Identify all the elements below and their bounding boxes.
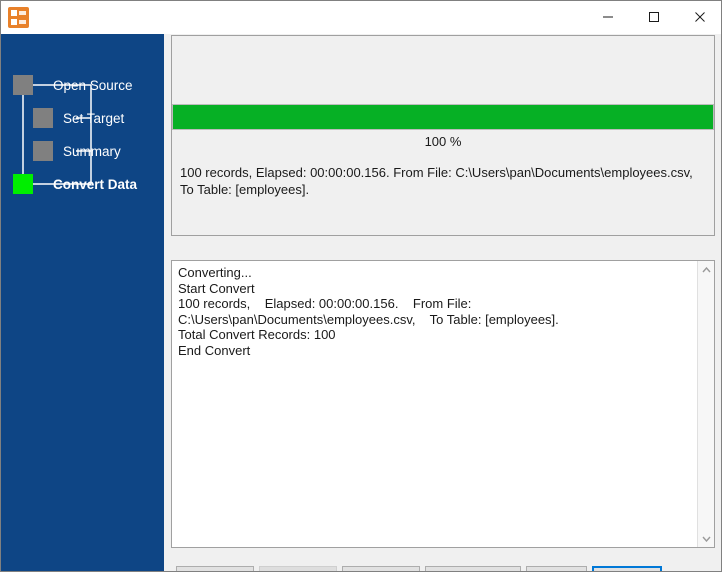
back-button[interactable]: Back xyxy=(176,566,254,571)
step-status-box-summary xyxy=(33,141,53,161)
output-scrollbar[interactable] xyxy=(697,261,714,547)
chevron-down-icon[interactable] xyxy=(698,530,714,547)
main-panel: 100 % 100 records, Elapsed: 00:00:00.156… xyxy=(164,34,721,571)
app-logo-icon xyxy=(8,7,29,28)
minimize-button[interactable] xyxy=(585,1,631,33)
application-window: Open Source Set Target Summary Convert D… xyxy=(0,0,722,572)
maximize-icon xyxy=(649,12,659,22)
stop-button: Stop xyxy=(259,566,337,571)
sidebar-item-convert-data[interactable]: Convert Data xyxy=(13,174,137,194)
close-button[interactable] xyxy=(677,1,721,33)
conversion-status-text: 100 records, Elapsed: 00:00:00.156. From… xyxy=(180,165,693,197)
sidebar-item-label: Summary xyxy=(63,143,121,159)
step-status-box-set-target xyxy=(33,108,53,128)
progress-bar xyxy=(172,104,714,130)
progress-bar-fill xyxy=(173,105,713,129)
minimize-icon xyxy=(603,16,613,18)
progress-panel: 100 % 100 records, Elapsed: 00:00:00.156… xyxy=(171,35,715,236)
button-bar: Back Stop Close Save Session View Buy No… xyxy=(164,553,721,571)
window-controls xyxy=(585,1,721,33)
chevron-up-icon[interactable] xyxy=(698,261,714,278)
sidebar-item-summary[interactable]: Summary xyxy=(33,141,121,161)
close-icon xyxy=(695,12,705,22)
title-bar xyxy=(1,1,721,34)
sidebar-item-label: Set Target xyxy=(63,110,125,126)
output-log-box[interactable]: Converting... Start Convert 100 records,… xyxy=(171,260,715,548)
maximize-button[interactable] xyxy=(631,1,677,33)
sidebar-item-set-target[interactable]: Set Target xyxy=(33,108,124,128)
wizard-sidebar: Open Source Set Target Summary Convert D… xyxy=(1,34,164,571)
sidebar-item-label: Open Source xyxy=(53,77,133,93)
step-status-box-convert-data xyxy=(13,174,33,194)
progress-percent-label: 100 % xyxy=(424,134,462,149)
buy-now-button[interactable]: Buy Now xyxy=(592,566,662,571)
sidebar-item-label: Convert Data xyxy=(53,176,138,192)
save-session-button[interactable]: Save Session xyxy=(425,566,521,571)
view-button[interactable]: View xyxy=(526,566,587,571)
close-dialog-button[interactable]: Close xyxy=(342,566,420,571)
output-log-text: Converting... Start Convert 100 records,… xyxy=(178,265,559,358)
step-status-box-open-source xyxy=(13,75,33,95)
sidebar-item-open-source[interactable]: Open Source xyxy=(13,75,133,95)
